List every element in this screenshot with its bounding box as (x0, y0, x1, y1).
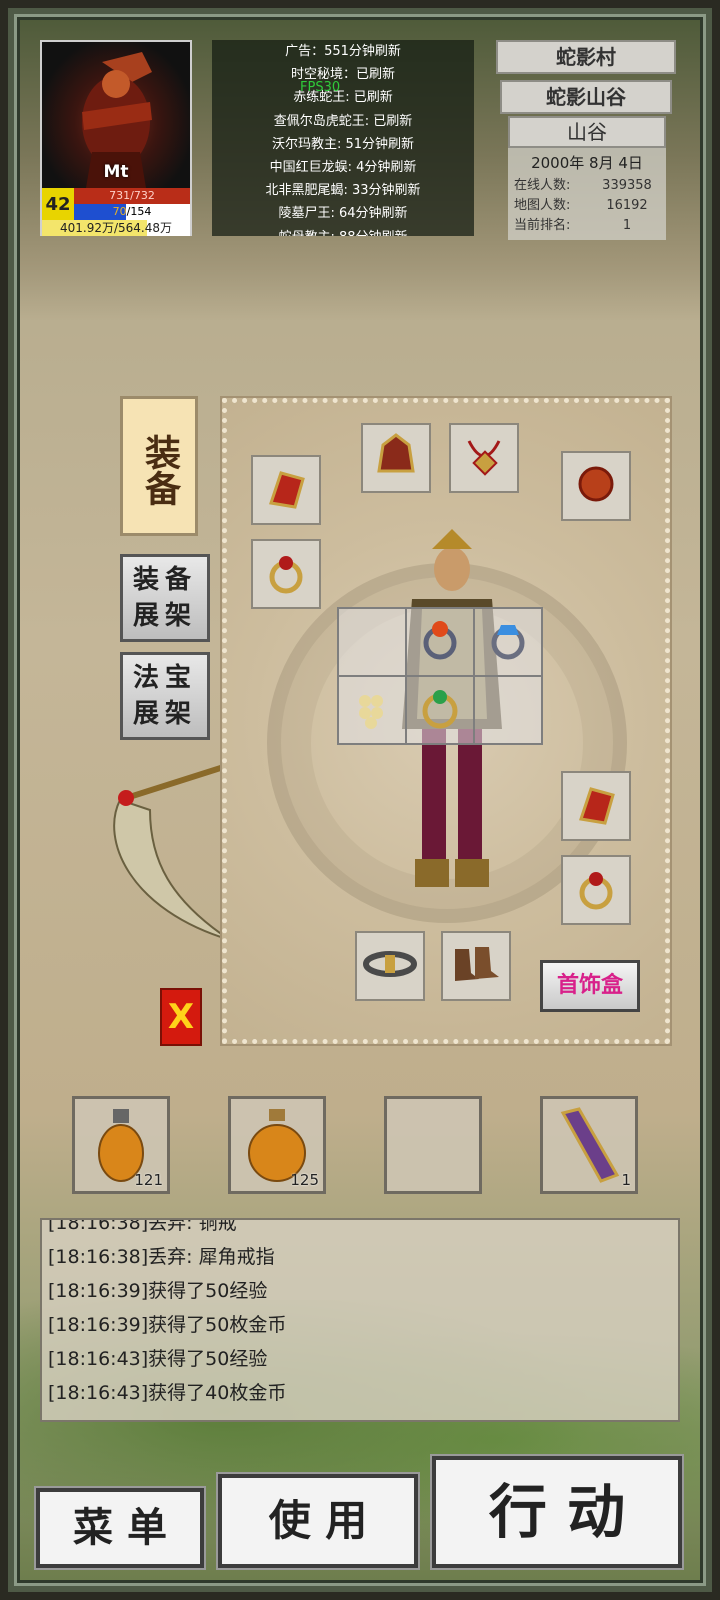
fps-counter: FPS30 (300, 80, 341, 95)
quick-slot-4[interactable]: 1 (540, 1096, 638, 1194)
bead-bracelet-icon (347, 683, 397, 737)
jewelry-box-button[interactable]: 首饰盒 (540, 960, 640, 1012)
menu-button[interactable]: 菜 单 (36, 1488, 204, 1568)
gem-slot-3[interactable] (473, 607, 543, 677)
log-line: [18:16:39]获得了50枚金币 (48, 1314, 287, 1336)
jade-ring-icon (415, 683, 465, 737)
rank-value: 1 (622, 218, 632, 233)
rank-label: 当前排名: (514, 218, 571, 233)
refresh-line: 蛇母教主: 88分钟刷新 (212, 226, 474, 237)
bracelet-right-slot[interactable] (561, 771, 631, 841)
ring-left-slot[interactable] (251, 539, 321, 609)
exp-bar: 401.92万/564.48万 (42, 220, 190, 236)
map-count-value: 16192 (606, 198, 648, 213)
necklace-icon (459, 431, 509, 485)
log-line: [18:16:43]获得了40枚金币 (48, 1382, 287, 1404)
mp-text: 70/154 (112, 205, 152, 218)
refresh-line: 赤练蛇王: 已刷新 (293, 90, 393, 106)
refresh-line: 北非黑肥尾蝎: 33分钟刷新 (265, 183, 421, 199)
quick-slot-1[interactable]: 121 (72, 1096, 170, 1194)
online-label: 在线人数: (514, 178, 571, 193)
log-line: [18:16:43]获得了50经验 (48, 1348, 268, 1370)
log-line: [18:16:38]丢弃: 犀角戒指 (48, 1246, 275, 1268)
medal-slot[interactable] (561, 451, 631, 521)
action-button[interactable]: 行 动 (432, 1456, 682, 1568)
refresh-line: 查佩尔岛虎蛇王: 已刷新 (273, 113, 413, 129)
refresh-line: 陵墓尸王: 64分钟刷新 (278, 206, 408, 222)
refresh-line: 中国红巨龙蜈: 4分钟刷新 (269, 159, 417, 175)
belt-slot[interactable] (355, 931, 425, 1001)
map-count-label: 地图人数: (514, 198, 571, 213)
refresh-line: 沃尔玛教主: 51分钟刷新 (271, 136, 415, 152)
gem-slot-5[interactable] (405, 675, 475, 745)
equip-shelf-button[interactable]: 装备展架 (120, 554, 210, 642)
gem-slot-2[interactable] (405, 607, 475, 677)
bracelet-icon (571, 779, 621, 833)
gem-slot-1[interactable] (337, 607, 407, 677)
boots-icon (449, 939, 503, 993)
online-row: 在线人数: 339358 (514, 176, 660, 196)
item-count: 121 (134, 1171, 163, 1189)
map-button[interactable]: 蛇影山谷 (500, 80, 672, 114)
player-name: Mt (103, 162, 129, 182)
refresh-line: 时空秘境：已刷新 (290, 67, 395, 83)
bracelet-left-slot[interactable] (251, 455, 321, 525)
item-count: 125 (290, 1171, 319, 1189)
boss-refresh-list[interactable]: 广告：551分钟刷新 时空秘境：已刷新 赤练蛇王: 已刷新 查佩尔岛虎蛇王: 已… (212, 40, 474, 236)
mp-bar: 70/154 (74, 204, 190, 220)
rank-row: 当前排名: 1 (514, 216, 660, 236)
gem-slot-4[interactable] (337, 675, 407, 745)
game-date: 2000年 8月 4日 (531, 154, 643, 172)
hp-bar: 731/732 (74, 188, 190, 204)
crystal-ring-icon (483, 615, 533, 669)
ring-icon (571, 863, 621, 917)
player-portrait[interactable]: Mt 42 731/732 70/154 401.92万/564.48万 (40, 40, 192, 236)
necklace-slot[interactable] (449, 423, 519, 493)
helmet-slot[interactable] (361, 423, 431, 493)
gem-ring-icon (415, 615, 465, 669)
item-count: 1 (621, 1171, 631, 1189)
area-label[interactable]: 山谷 (508, 116, 666, 148)
ring-right-slot[interactable] (561, 855, 631, 925)
quick-slot-3[interactable] (384, 1096, 482, 1194)
quick-slot-2[interactable]: 125 (228, 1096, 326, 1194)
message-log[interactable]: [18:16:38]丢弃: 铜戒 [18:16:38]丢弃: 犀角戒指 [18:… (40, 1218, 680, 1422)
use-button[interactable]: 使 用 (218, 1474, 418, 1568)
player-level: 42 (42, 188, 74, 220)
close-button[interactable]: X (160, 988, 202, 1046)
map-count-row: 地图人数: 16192 (514, 196, 660, 216)
equipment-panel (220, 396, 672, 1046)
online-value: 339358 (602, 178, 652, 193)
gem-slot-6[interactable] (473, 675, 543, 745)
exp-text: 401.92万/564.48万 (59, 221, 173, 235)
helmet-icon (371, 431, 421, 485)
ring-icon (261, 547, 311, 601)
bracelet-icon (261, 463, 311, 517)
village-button[interactable]: 蛇影村 (496, 40, 676, 74)
medal-icon (571, 459, 621, 513)
log-line: [18:16:39]获得了50经验 (48, 1280, 268, 1302)
refresh-line: 广告：551分钟刷新 (285, 44, 401, 59)
tab-equipment[interactable]: 装备 (120, 396, 198, 536)
server-stats: 2000年 8月 4日 在线人数: 339358 地图人数: 16192 当前排… (508, 148, 666, 240)
log-line: [18:16:38]丢弃: 铜戒 (48, 1218, 237, 1234)
belt-icon (363, 939, 417, 993)
boots-slot[interactable] (441, 931, 511, 1001)
